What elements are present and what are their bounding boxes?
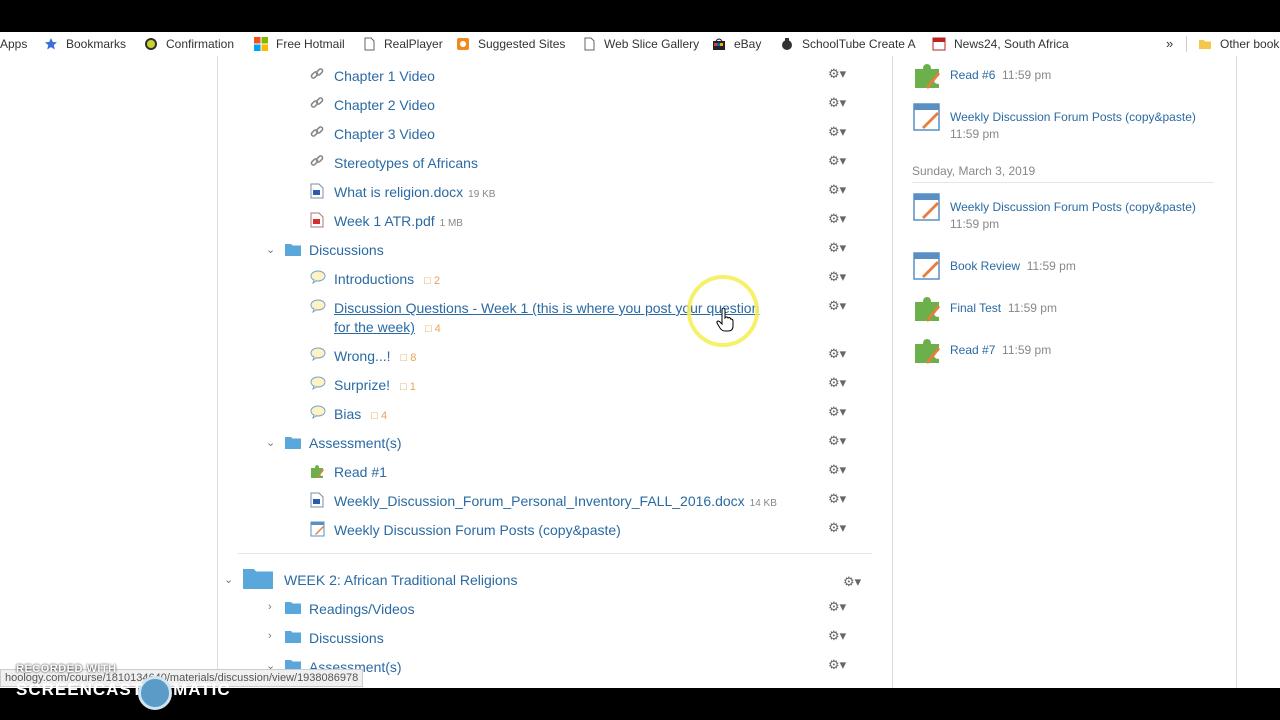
gear-icon[interactable]: ⚙▾: [828, 212, 852, 226]
assignment-icon: [912, 102, 942, 132]
bookmarks-bar: Apps Bookmarks Confirmation Free Hotmail…: [0, 32, 1280, 56]
gear-icon[interactable]: ⚙▾: [828, 96, 852, 110]
discussion-bubble-icon: [310, 299, 326, 313]
link-icon: [310, 154, 324, 168]
star-icon: [44, 37, 58, 51]
week-2-title[interactable]: WEEK 2: African Traditional Religions: [284, 569, 517, 591]
gear-icon[interactable]: ⚙▾: [828, 154, 852, 168]
comment-count: □ 4: [424, 323, 441, 335]
gear-icon[interactable]: ⚙▾: [828, 600, 852, 614]
upcoming-divider: [912, 182, 1214, 183]
suggested-sites-icon: [456, 37, 470, 51]
discussion-bubble-icon: [310, 347, 326, 361]
gear-icon[interactable]: ⚙▾: [828, 658, 852, 672]
folder-discussions[interactable]: Discussions: [309, 239, 384, 261]
chevron-down-icon[interactable]: ⌄: [224, 574, 236, 586]
gear-icon[interactable]: ⚙▾: [828, 270, 852, 284]
link-icon: [310, 125, 324, 139]
upcoming-date-header: Sunday, March 3, 2019: [912, 164, 1036, 178]
page-icon: [362, 37, 376, 51]
gear-icon[interactable]: ⚙▾: [828, 405, 852, 419]
assignment-icon: [912, 192, 942, 222]
gear-icon[interactable]: ⚙▾: [828, 434, 852, 448]
docx-file-icon: [310, 492, 324, 508]
chevron-right-icon[interactable]: ›: [268, 630, 280, 642]
discussion-bubble-icon: [310, 270, 326, 284]
comment-count: □ 8: [400, 352, 417, 364]
page-icon: [582, 37, 596, 51]
puzzle-assessment-icon: [912, 335, 942, 365]
folder-icon: [285, 601, 301, 614]
folder-icon: [1198, 37, 1212, 51]
chevron-right-icon[interactable]: ›: [268, 601, 280, 613]
folder-icon: [243, 567, 273, 589]
gear-icon[interactable]: ⚙▾: [828, 183, 852, 197]
folder-icon: [285, 243, 301, 256]
pdf-file-icon: [310, 212, 324, 228]
gear-icon[interactable]: ⚙▾: [828, 463, 852, 477]
folder-icon: [285, 436, 301, 449]
folder-week2-discussions[interactable]: Discussions: [309, 627, 384, 649]
link-icon: [310, 67, 324, 81]
docx-file-icon: [310, 183, 324, 199]
comment-count: □ 4: [371, 410, 388, 422]
comment-count: □ 1: [400, 381, 416, 393]
comment-count: □ 2: [424, 275, 440, 287]
folder-assessments[interactable]: Assessment(s): [309, 432, 402, 454]
link-icon: [310, 96, 324, 110]
folder-readings-videos[interactable]: Readings/Videos: [309, 598, 415, 620]
gear-icon[interactable]: ⚙▾: [828, 125, 852, 139]
assignment-icon: [310, 521, 326, 537]
gear-icon[interactable]: ⚙▾: [828, 67, 852, 81]
ebay-bag-icon: [712, 37, 726, 51]
discussion-bubble-icon: [310, 405, 326, 419]
browser-top-bar: [0, 0, 1280, 32]
file-size: 1 MB: [439, 218, 463, 229]
puzzle-assessment-icon: [309, 463, 325, 479]
puzzle-assessment-icon: [912, 60, 942, 90]
news24-icon: [932, 37, 946, 51]
windows-logo-icon: [254, 37, 268, 51]
page-content: Chapter 1 Video Chapter 2 Video Chapter …: [0, 56, 1280, 688]
upcoming-sidebar: [893, 56, 1237, 688]
bookmarks-divider: [1186, 36, 1187, 52]
discussion-bubble-icon: [310, 376, 326, 390]
assignment-icon: [912, 251, 942, 281]
file-size: 14 KB: [749, 498, 777, 509]
folder-icon: [285, 630, 301, 643]
puzzle-assessment-icon: [912, 293, 942, 323]
hand-cursor-icon: [716, 307, 734, 332]
schooltube-icon: [780, 37, 794, 51]
gear-icon[interactable]: ⚙▾: [828, 521, 852, 535]
gear-icon[interactable]: ⚙▾: [828, 299, 852, 313]
gear-icon[interactable]: ⚙▾: [828, 241, 852, 255]
gear-icon[interactable]: ⚙▾: [828, 347, 852, 361]
course-materials-panel: [217, 56, 893, 688]
file-size: 19 KB: [468, 189, 496, 200]
chevron-down-icon[interactable]: ⌄: [266, 244, 278, 256]
gear-icon[interactable]: ⚙▾: [828, 376, 852, 390]
gear-icon[interactable]: ⚙▾: [843, 575, 867, 589]
gear-icon[interactable]: ⚙▾: [828, 492, 852, 506]
watermark-brand: SCREENCAST MATIC: [16, 680, 231, 699]
confirmation-icon: [144, 37, 158, 51]
section-divider: [238, 553, 872, 554]
watermark-recorded-text: RECORDED WITH: [16, 663, 117, 675]
gear-icon[interactable]: ⚙▾: [828, 629, 852, 643]
chevron-down-icon[interactable]: ⌄: [266, 437, 278, 449]
